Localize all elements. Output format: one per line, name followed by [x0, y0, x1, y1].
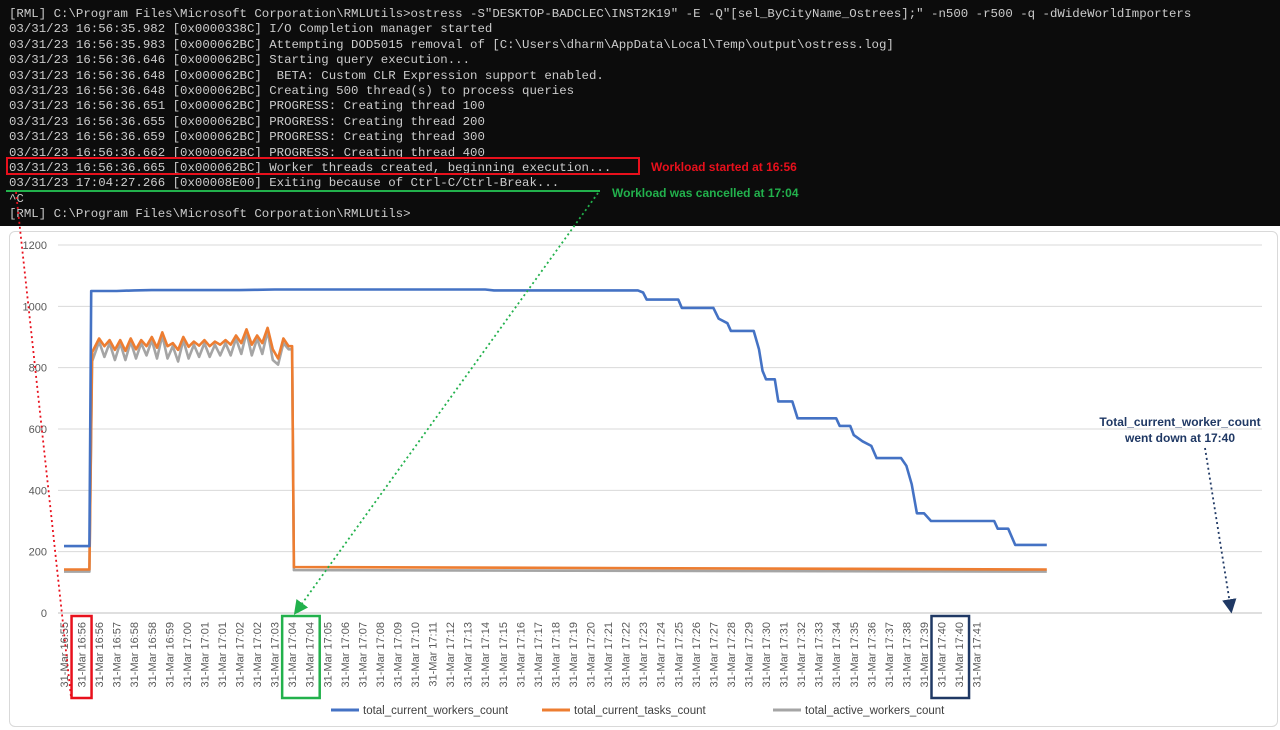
- x-tick-label: 31-Mar 17:01: [217, 622, 229, 687]
- x-tick-label: 31-Mar 17:32: [796, 622, 808, 687]
- x-tick-label: 31-Mar 17:02: [252, 622, 264, 687]
- x-tick-label: 31-Mar 17:19: [568, 622, 580, 687]
- x-tick-label: 31-Mar 17:11: [428, 622, 440, 687]
- worker-count-chart: 020040060080010001200 31-Mar 16:55 31-Mar…: [15, 191, 1262, 717]
- x-tick-label: 31-Mar 17:36: [866, 622, 878, 687]
- x-tick-label: 31-Mar 17:39: [919, 622, 931, 687]
- x-tick-label: 31-Mar 17:14: [480, 622, 492, 687]
- x-tick-label: 31-Mar 17:15: [498, 622, 510, 687]
- series-lines: [64, 288, 1047, 573]
- x-tick-label: 31-Mar 16:59: [164, 622, 176, 687]
- x-tick-label: 31-Mar 17:09: [392, 622, 404, 687]
- x-tick-label: 31-Mar 17:02: [235, 622, 247, 687]
- y-tick-label: 600: [29, 424, 47, 436]
- x-tick-label: 31-Mar 17:27: [708, 622, 720, 687]
- x-tick-label: 31-Mar 17:41: [972, 622, 984, 687]
- x-tick-label: 31-Mar 17:05: [322, 622, 334, 687]
- x-tick-label: 31-Mar 17:04: [287, 622, 299, 687]
- arrow-cancelled: [293, 192, 599, 615]
- x-tick-label: 31-Mar 17:07: [357, 622, 369, 687]
- x-tick-label: 31-Mar 17:31: [779, 622, 791, 687]
- y-tick-label: 400: [29, 485, 47, 497]
- x-tick-label: 31-Mar 17:29: [743, 622, 755, 687]
- x-tick-label: 31-Mar 17:25: [673, 622, 685, 687]
- y-tick-label: 200: [29, 547, 47, 559]
- x-tick-label: 31-Mar 17:06: [340, 622, 352, 687]
- x-tick-label: 31-Mar 17:38: [901, 622, 913, 687]
- x-tick-label: 31-Mar 17:17: [533, 622, 545, 687]
- y-tick-label: 1200: [23, 240, 47, 252]
- x-tick-label: 31-Mar 17:37: [884, 622, 896, 687]
- x-tick-label: 31-Mar 17:40: [954, 622, 966, 687]
- x-tick-label: 31-Mar 17:28: [726, 622, 738, 687]
- x-tick-label: 31-Mar 16:56: [94, 622, 106, 687]
- arrow-started: [15, 191, 72, 698]
- series-line-total_current_tasks_count: [64, 326, 1047, 571]
- x-tick-label: 31-Mar 16:58: [147, 622, 159, 687]
- legend-label-total_current_tasks_count: total_current_tasks_count: [574, 705, 706, 717]
- x-tick-label: 31-Mar 17:24: [656, 622, 668, 687]
- series-line-total_current_workers_count: [64, 288, 1047, 548]
- x-tick-label: 31-Mar 17:26: [691, 622, 703, 687]
- x-tick-label: 31-Mar 17:04: [305, 622, 317, 687]
- x-tick-label: 31-Mar 17:40: [937, 622, 949, 687]
- annotation-arrows: [15, 191, 1237, 698]
- x-tick-label: 31-Mar 17:34: [831, 622, 843, 687]
- x-tick-label: 31-Mar 17:13: [463, 622, 475, 687]
- y-tick-label: 1000: [23, 301, 47, 313]
- y-tick-label: 800: [29, 363, 47, 375]
- legend-label-total_active_workers_count: total_active_workers_count: [805, 705, 945, 717]
- y-tick-label: 0: [41, 608, 47, 620]
- went-down-note-line2: went down at 17:40: [1124, 431, 1235, 445]
- x-tick-label: 31-Mar 16:58: [129, 622, 141, 687]
- x-tick-label: 31-Mar 17:23: [638, 622, 650, 687]
- legend: total_current_workers_count total_current…: [331, 705, 945, 717]
- x-tick-label: 31-Mar 16:57: [112, 622, 124, 687]
- x-tick-label: 31-Mar 17:21: [603, 622, 615, 687]
- x-tick-label: 31-Mar 17:30: [761, 622, 773, 687]
- legend-label-total_current_workers_count: total_current_workers_count: [363, 705, 509, 717]
- x-tick-label: 31-Mar 17:00: [182, 622, 194, 687]
- x-tick-label: 31-Mar 17:01: [199, 622, 211, 687]
- went-down-note-line1: Total_current_worker_count: [1099, 415, 1260, 429]
- series-line-total_active_workers_count: [64, 329, 1047, 573]
- x-tick-label: 31-Mar 17:10: [410, 622, 422, 687]
- x-tick-label: 31-Mar 16:56: [77, 622, 89, 687]
- x-tick-label: 31-Mar 17:08: [375, 622, 387, 687]
- x-tick-label: 31-Mar 17:03: [270, 622, 282, 687]
- x-tick-label: 31-Mar 16:55: [59, 622, 71, 687]
- x-tick-label: 31-Mar 17:22: [621, 622, 633, 687]
- x-tick-label: 31-Mar 17:35: [849, 622, 861, 687]
- x-tick-label: 31-Mar 17:33: [814, 622, 826, 687]
- x-tick-label: 31-Mar 17:16: [515, 622, 527, 687]
- x-tick-label: 31-Mar 17:18: [550, 622, 562, 687]
- arrow-went-down: [1204, 447, 1237, 614]
- x-tick-label: 31-Mar 17:20: [586, 622, 598, 687]
- x-axis-ticks: 31-Mar 16:55 31-Mar 16:56 31-Mar 16:56 31-M…: [59, 622, 984, 687]
- y-axis-ticks: 0 200 400 600 800 1000 1200: [23, 240, 47, 620]
- x-tick-label: 31-Mar 17:12: [445, 622, 457, 687]
